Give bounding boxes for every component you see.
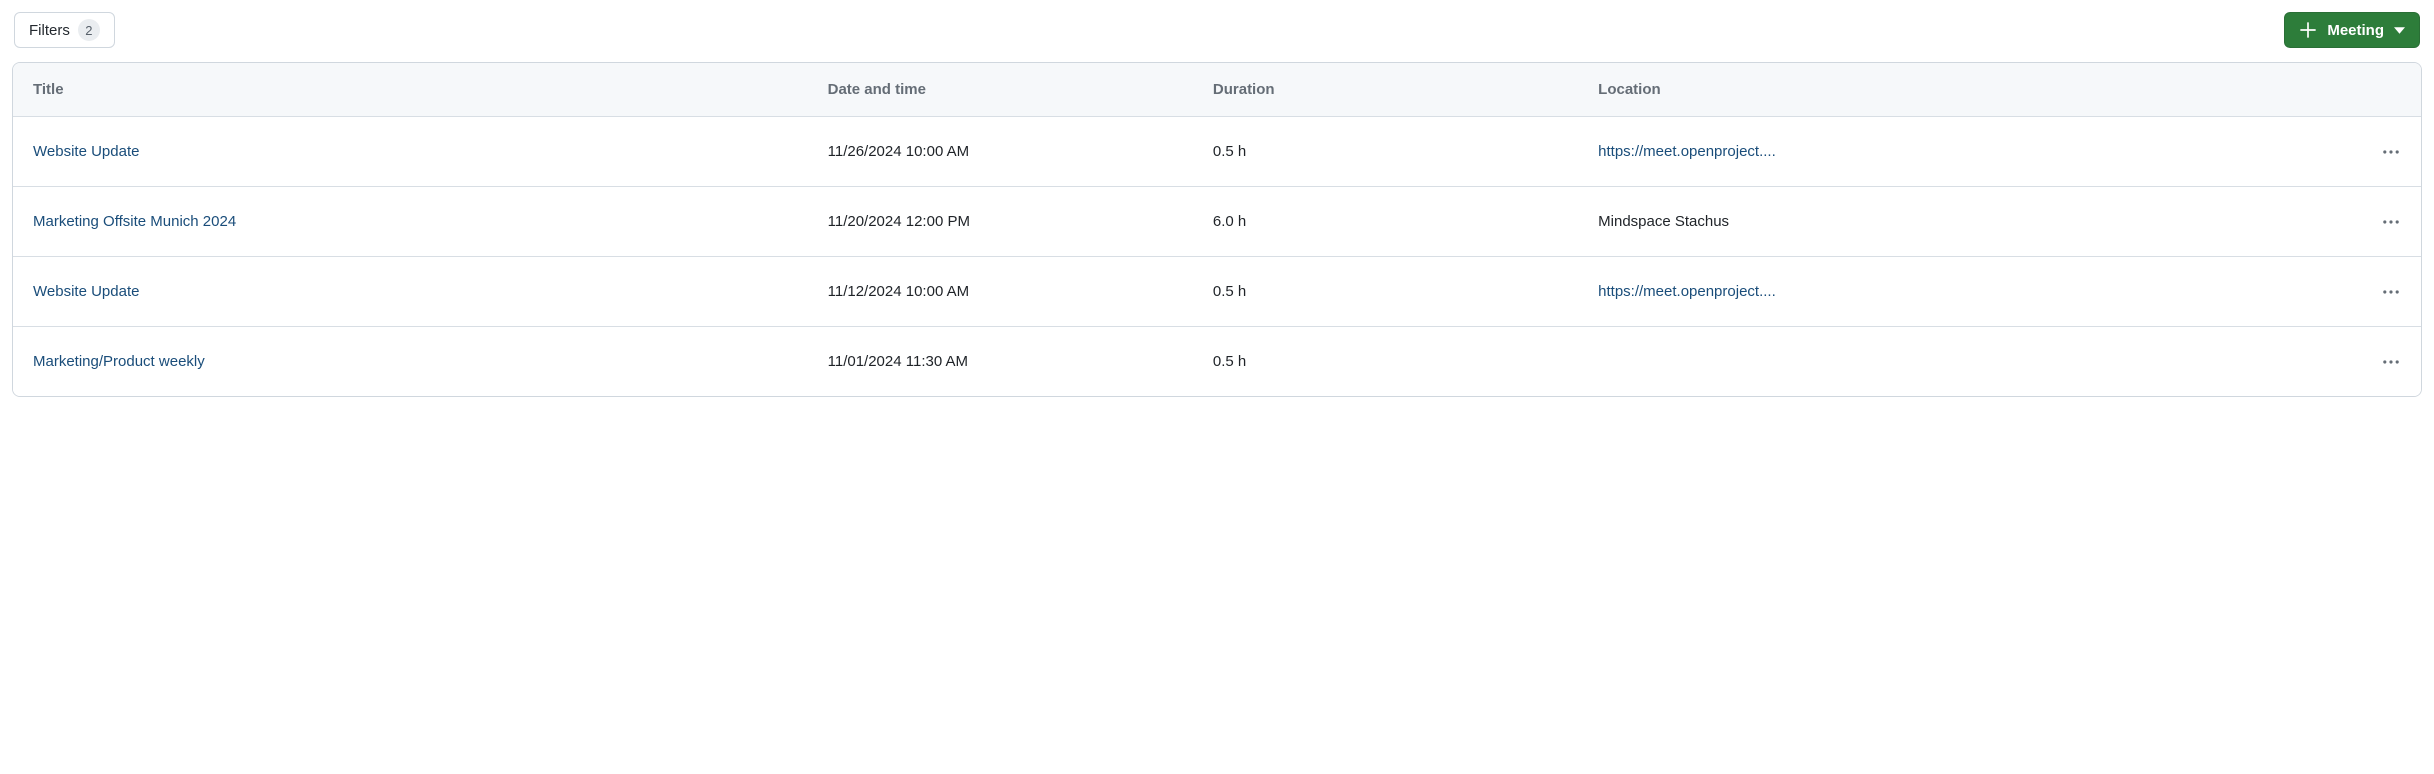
table-row: Website Update 11/12/2024 10:00 AM0.5 h ht…: [13, 257, 2421, 327]
meeting-title-link[interactable]: Website Update: [33, 283, 139, 300]
cell-duration: 0.5 h: [1193, 327, 1578, 396]
cell-duration: 6.0 h: [1193, 187, 1578, 256]
cell-datetime: 11/20/2024 12:00 PM: [808, 187, 1193, 256]
cell-location: https://meet.openproject....: [1578, 117, 2361, 186]
cell-actions: [2361, 277, 2421, 307]
column-header-datetime: Date and time: [808, 63, 1193, 116]
meetings-table: Title Date and time Duration Location We…: [12, 62, 2422, 397]
new-meeting-button[interactable]: Meeting: [2284, 12, 2420, 48]
cell-datetime: 11/12/2024 10:00 AM: [808, 257, 1193, 326]
meeting-title-link[interactable]: Website Update: [33, 143, 139, 160]
meeting-title-link[interactable]: Marketing Offsite Munich 2024: [33, 213, 236, 230]
cell-location: https://meet.openproject....: [1578, 257, 2361, 326]
row-actions-button[interactable]: [2376, 207, 2406, 237]
table-body: Website Update11/26/2024 10:00 AM0.5 hht…: [13, 117, 2421, 396]
chevron-down-icon: [2394, 27, 2405, 34]
cell-datetime: 11/26/2024 10:00 AM: [808, 117, 1193, 186]
cell-location: [1578, 336, 2361, 388]
dots-horizontal-icon: [2382, 143, 2400, 161]
table-row: Marketing Offsite Munich 2024 11/20/2024 …: [13, 187, 2421, 257]
cell-title: Website Update: [13, 257, 808, 326]
cell-location: Mindspace Stachus: [1578, 187, 2361, 256]
meeting-title-link[interactable]: Marketing/Product weekly: [33, 353, 205, 370]
meeting-button-label: Meeting: [2327, 22, 2384, 39]
column-header-actions: [2361, 63, 2421, 116]
table-row: Marketing/Product weekly 11/01/2024 11:30…: [13, 327, 2421, 396]
cell-actions: [2361, 137, 2421, 167]
row-actions-button[interactable]: [2376, 137, 2406, 167]
dots-horizontal-icon: [2382, 213, 2400, 231]
filters-count-badge: 2: [78, 19, 100, 41]
plus-icon: [2299, 21, 2317, 39]
cell-title: Website Update: [13, 117, 808, 186]
location-link[interactable]: https://meet.openproject....: [1598, 143, 1776, 160]
location-link[interactable]: https://meet.openproject....: [1598, 283, 1776, 300]
table-row: Website Update 11/26/2024 10:00 AM0.5 h ht…: [13, 117, 2421, 187]
row-actions-button[interactable]: [2376, 277, 2406, 307]
column-header-title: Title: [13, 63, 808, 116]
cell-actions: [2361, 347, 2421, 377]
cell-actions: [2361, 207, 2421, 237]
dots-horizontal-icon: [2382, 283, 2400, 301]
toolbar: Filters 2 Meeting: [12, 12, 2422, 48]
row-actions-button[interactable]: [2376, 347, 2406, 377]
cell-title: Marketing Offsite Munich 2024: [13, 187, 808, 256]
table-header: Title Date and time Duration Location: [13, 63, 2421, 117]
cell-duration: 0.5 h: [1193, 117, 1578, 186]
cell-title: Marketing/Product weekly: [13, 327, 808, 396]
column-header-duration: Duration: [1193, 63, 1578, 116]
cell-datetime: 11/01/2024 11:30 AM: [808, 327, 1193, 396]
dots-horizontal-icon: [2382, 353, 2400, 371]
column-header-location: Location: [1578, 63, 2361, 116]
cell-duration: 0.5 h: [1193, 257, 1578, 326]
filters-label: Filters: [29, 22, 70, 39]
filters-button[interactable]: Filters 2: [14, 12, 115, 48]
